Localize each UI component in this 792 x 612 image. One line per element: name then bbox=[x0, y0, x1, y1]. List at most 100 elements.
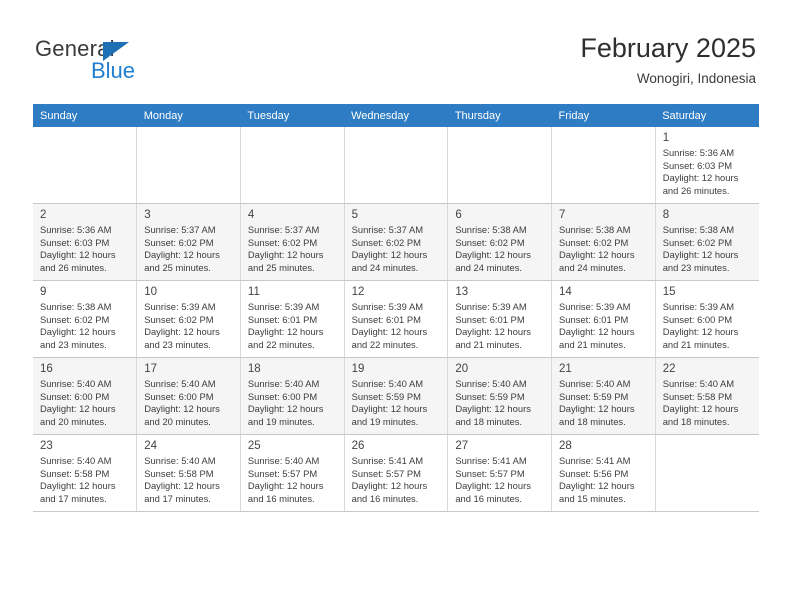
day-details: Sunrise: 5:40 AM Sunset: 6:00 PM Dayligh… bbox=[241, 378, 344, 428]
day-details: Sunrise: 5:37 AM Sunset: 6:02 PM Dayligh… bbox=[137, 224, 240, 274]
daylight-text-line1: Daylight: 12 hours bbox=[455, 480, 531, 492]
day-number: 17 bbox=[144, 363, 157, 375]
weekday-header-monday: Monday bbox=[136, 104, 241, 127]
daylight-text-line2: and 20 minutes. bbox=[40, 415, 107, 427]
day-cell[interactable]: 20 Sunrise: 5:40 AM Sunset: 5:59 PM Dayl… bbox=[447, 357, 553, 435]
day-number: 11 bbox=[247, 286, 260, 298]
daylight-text-line2: and 20 minutes. bbox=[144, 415, 211, 427]
day-cell[interactable]: 27 Sunrise: 5:41 AM Sunset: 5:57 PM Dayl… bbox=[447, 434, 553, 512]
sunset-text: Sunset: 5:58 PM bbox=[662, 390, 733, 402]
day-cell[interactable]: 14 Sunrise: 5:39 AM Sunset: 6:01 PM Dayl… bbox=[551, 280, 656, 358]
sunset-text: Sunset: 6:03 PM bbox=[662, 159, 733, 171]
sunset-text: Sunset: 6:01 PM bbox=[247, 313, 318, 325]
day-cell[interactable]: 18 Sunrise: 5:40 AM Sunset: 6:00 PM Dayl… bbox=[240, 357, 345, 435]
daylight-text-line1: Daylight: 12 hours bbox=[559, 480, 635, 492]
daylight-text-line1: Daylight: 12 hours bbox=[662, 172, 739, 184]
day-cell[interactable]: 26 Sunrise: 5:41 AM Sunset: 5:57 PM Dayl… bbox=[344, 434, 449, 512]
day-number: 21 bbox=[559, 363, 572, 375]
day-cell[interactable]: 5 Sunrise: 5:37 AM Sunset: 6:02 PM Dayli… bbox=[344, 203, 449, 281]
day-number: 15 bbox=[662, 286, 676, 298]
day-number: 8 bbox=[662, 209, 670, 221]
brand-logo[interactable]: General Blue bbox=[35, 36, 215, 90]
day-cell[interactable]: 13 Sunrise: 5:39 AM Sunset: 6:01 PM Dayl… bbox=[447, 280, 553, 358]
page-header: General Blue February 2025 Wonogiri, Ind… bbox=[0, 0, 792, 104]
day-cell[interactable]: 17 Sunrise: 5:40 AM Sunset: 6:00 PM Dayl… bbox=[136, 357, 241, 435]
sunrise-text: Sunrise: 5:40 AM bbox=[247, 378, 320, 389]
day-number: 3 bbox=[144, 209, 151, 221]
daylight-text-line2: and 23 minutes. bbox=[662, 261, 730, 273]
day-cell[interactable]: 19 Sunrise: 5:40 AM Sunset: 5:59 PM Dayl… bbox=[344, 357, 449, 435]
daylight-text-line1: Daylight: 12 hours bbox=[455, 249, 531, 261]
daylight-text-line1: Daylight: 12 hours bbox=[40, 480, 116, 492]
day-number: 1 bbox=[662, 132, 670, 144]
day-cell[interactable]: 3 Sunrise: 5:37 AM Sunset: 6:02 PM Dayli… bbox=[136, 203, 241, 281]
day-cell[interactable]: 24 Sunrise: 5:40 AM Sunset: 5:58 PM Dayl… bbox=[136, 434, 241, 512]
day-cell[interactable]: 28 Sunrise: 5:41 AM Sunset: 5:56 PM Dayl… bbox=[551, 434, 656, 512]
day-number: 28 bbox=[559, 440, 572, 452]
sunset-text: Sunset: 6:00 PM bbox=[40, 390, 110, 402]
sunset-text: Sunset: 5:59 PM bbox=[455, 390, 525, 402]
sunset-text: Sunset: 5:57 PM bbox=[351, 467, 421, 479]
day-details: Sunrise: 5:40 AM Sunset: 6:00 PM Dayligh… bbox=[137, 378, 240, 428]
day-cell[interactable]: 21 Sunrise: 5:40 AM Sunset: 5:59 PM Dayl… bbox=[551, 357, 656, 435]
day-cell[interactable]: 15 Sunrise: 5:39 AM Sunset: 6:00 PM Dayl… bbox=[655, 280, 759, 358]
day-number: 18 bbox=[247, 363, 261, 375]
sunrise-text: Sunrise: 5:36 AM bbox=[40, 224, 112, 235]
day-cell[interactable]: 9 Sunrise: 5:38 AM Sunset: 6:02 PM Dayli… bbox=[33, 280, 138, 358]
day-number: 23 bbox=[40, 440, 53, 452]
day-cell[interactable]: 2 Sunrise: 5:36 AM Sunset: 6:03 PM Dayli… bbox=[33, 203, 138, 281]
weekday-header-tuesday: Tuesday bbox=[240, 104, 345, 127]
sunset-text: Sunset: 6:02 PM bbox=[144, 313, 214, 325]
daylight-text-line1: Daylight: 12 hours bbox=[351, 249, 428, 261]
day-number: 27 bbox=[455, 440, 469, 452]
sunrise-text: Sunrise: 5:39 AM bbox=[247, 301, 320, 312]
day-details: Sunrise: 5:39 AM Sunset: 6:01 PM Dayligh… bbox=[241, 301, 344, 351]
day-cell[interactable]: 23 Sunrise: 5:40 AM Sunset: 5:58 PM Dayl… bbox=[33, 434, 138, 512]
sunrise-text: Sunrise: 5:39 AM bbox=[662, 301, 735, 312]
day-cell[interactable]: 22 Sunrise: 5:40 AM Sunset: 5:58 PM Dayl… bbox=[655, 357, 759, 435]
sunset-text: Sunset: 6:01 PM bbox=[351, 313, 421, 325]
daylight-text-line2: and 16 minutes. bbox=[351, 492, 419, 504]
sunset-text: Sunset: 5:57 PM bbox=[455, 467, 525, 479]
sunrise-text: Sunrise: 5:40 AM bbox=[247, 455, 320, 466]
daylight-text-line1: Daylight: 12 hours bbox=[247, 326, 324, 338]
sunrise-text: Sunrise: 5:39 AM bbox=[559, 301, 631, 312]
sunrise-text: Sunrise: 5:39 AM bbox=[144, 301, 216, 312]
day-details: Sunrise: 5:40 AM Sunset: 5:59 PM Dayligh… bbox=[552, 378, 655, 428]
day-cell[interactable]: 10 Sunrise: 5:39 AM Sunset: 6:02 PM Dayl… bbox=[136, 280, 241, 358]
daylight-text-line1: Daylight: 12 hours bbox=[40, 326, 116, 338]
day-cell[interactable]: 4 Sunrise: 5:37 AM Sunset: 6:02 PM Dayli… bbox=[240, 203, 345, 281]
sunrise-text: Sunrise: 5:40 AM bbox=[455, 378, 527, 389]
calendar-week-row: 23 Sunrise: 5:40 AM Sunset: 5:58 PM Dayl… bbox=[33, 434, 759, 512]
sunrise-text: Sunrise: 5:37 AM bbox=[351, 224, 424, 235]
day-number: 4 bbox=[247, 209, 255, 221]
day-cell[interactable]: 6 Sunrise: 5:38 AM Sunset: 6:02 PM Dayli… bbox=[447, 203, 553, 281]
day-details: Sunrise: 5:40 AM Sunset: 5:58 PM Dayligh… bbox=[656, 378, 759, 428]
day-cell[interactable]: 8 Sunrise: 5:38 AM Sunset: 6:02 PM Dayli… bbox=[655, 203, 759, 281]
day-details: Sunrise: 5:41 AM Sunset: 5:56 PM Dayligh… bbox=[552, 455, 655, 505]
day-details: Sunrise: 5:39 AM Sunset: 6:01 PM Dayligh… bbox=[448, 301, 551, 351]
daylight-text-line2: and 17 minutes. bbox=[40, 492, 107, 504]
day-details: Sunrise: 5:37 AM Sunset: 6:02 PM Dayligh… bbox=[345, 224, 448, 274]
sunrise-text: Sunrise: 5:37 AM bbox=[247, 224, 320, 235]
sunrise-text: Sunrise: 5:39 AM bbox=[455, 301, 527, 312]
daylight-text-line1: Daylight: 12 hours bbox=[559, 403, 635, 415]
day-cell[interactable]: 7 Sunrise: 5:38 AM Sunset: 6:02 PM Dayli… bbox=[551, 203, 656, 281]
calendar-table: Sunday Monday Tuesday Wednesday Thursday… bbox=[33, 104, 759, 512]
day-cell[interactable]: 25 Sunrise: 5:40 AM Sunset: 5:57 PM Dayl… bbox=[240, 434, 345, 512]
daylight-text-line2: and 16 minutes. bbox=[247, 492, 315, 504]
day-cell[interactable]: 16 Sunrise: 5:40 AM Sunset: 6:00 PM Dayl… bbox=[33, 357, 138, 435]
sunset-text: Sunset: 5:57 PM bbox=[247, 467, 318, 479]
day-cell-empty bbox=[655, 434, 759, 512]
weekday-header-saturday: Saturday bbox=[655, 104, 759, 127]
daylight-text-line1: Daylight: 12 hours bbox=[40, 249, 116, 261]
sunset-text: Sunset: 6:01 PM bbox=[455, 313, 525, 325]
title-block: February 2025 Wonogiri, Indonesia bbox=[580, 32, 756, 89]
day-cell[interactable]: 11 Sunrise: 5:39 AM Sunset: 6:01 PM Dayl… bbox=[240, 280, 345, 358]
day-number: 10 bbox=[144, 286, 157, 298]
day-cell[interactable]: 12 Sunrise: 5:39 AM Sunset: 6:01 PM Dayl… bbox=[344, 280, 449, 358]
day-details: Sunrise: 5:37 AM Sunset: 6:02 PM Dayligh… bbox=[241, 224, 344, 274]
daylight-text-line1: Daylight: 12 hours bbox=[144, 326, 220, 338]
day-number: 6 bbox=[455, 209, 462, 221]
day-cell[interactable]: 1 Sunrise: 5:36 AM Sunset: 6:03 PM Dayli… bbox=[655, 127, 759, 204]
